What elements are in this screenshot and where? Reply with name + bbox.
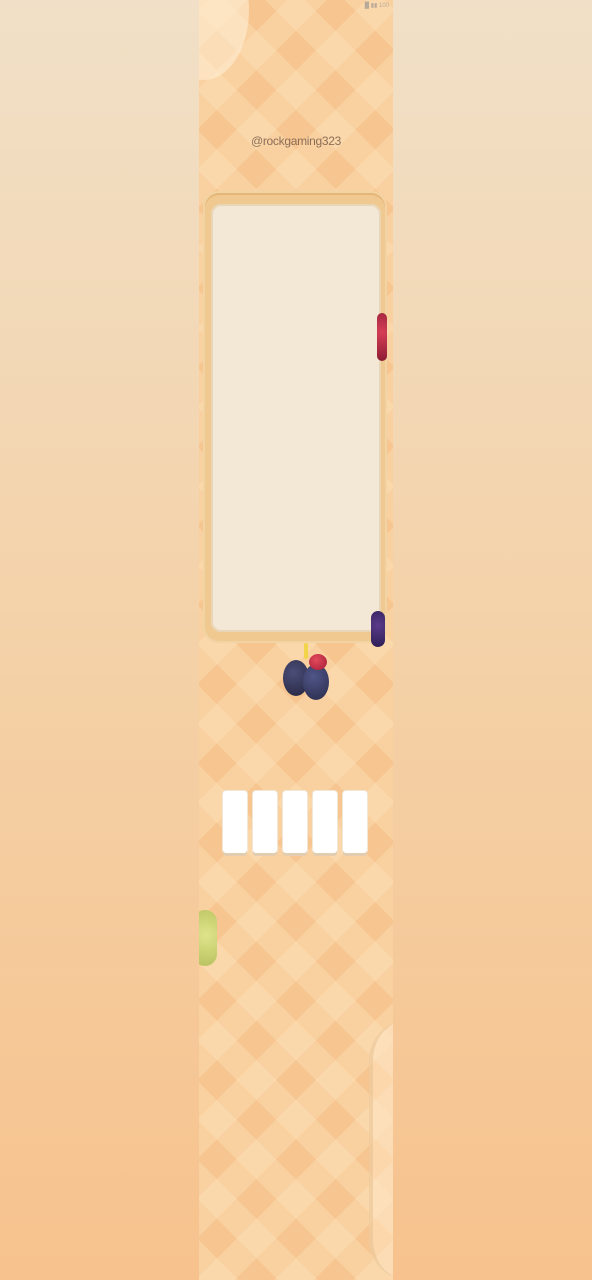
tray-slot[interactable] — [223, 791, 247, 853]
game-board[interactable] — [211, 204, 381, 632]
status-bar-text: █ ▮▮ 100 — [364, 3, 389, 9]
raspberry-icon[interactable] — [377, 313, 387, 361]
tray-slot[interactable] — [283, 791, 307, 853]
decor-top-corner — [199, 0, 249, 80]
strawberry-icon[interactable] — [309, 654, 327, 670]
game-area: █ ▮▮ 100 @rockgaming323 — [199, 0, 393, 1280]
fruit-tray — [223, 791, 367, 853]
left-blur-panel — [0, 0, 199, 1280]
player-handle: @rockgaming323 — [250, 134, 342, 148]
tray-slot[interactable] — [313, 791, 337, 853]
tray-slot[interactable] — [253, 791, 277, 853]
pear-icon[interactable] — [199, 910, 217, 966]
grape-icon[interactable] — [371, 611, 385, 647]
right-blur-panel — [393, 0, 592, 1280]
decor-bottom-corner — [369, 1020, 393, 1280]
tray-slot[interactable] — [343, 791, 367, 853]
stem-icon — [304, 643, 308, 659]
